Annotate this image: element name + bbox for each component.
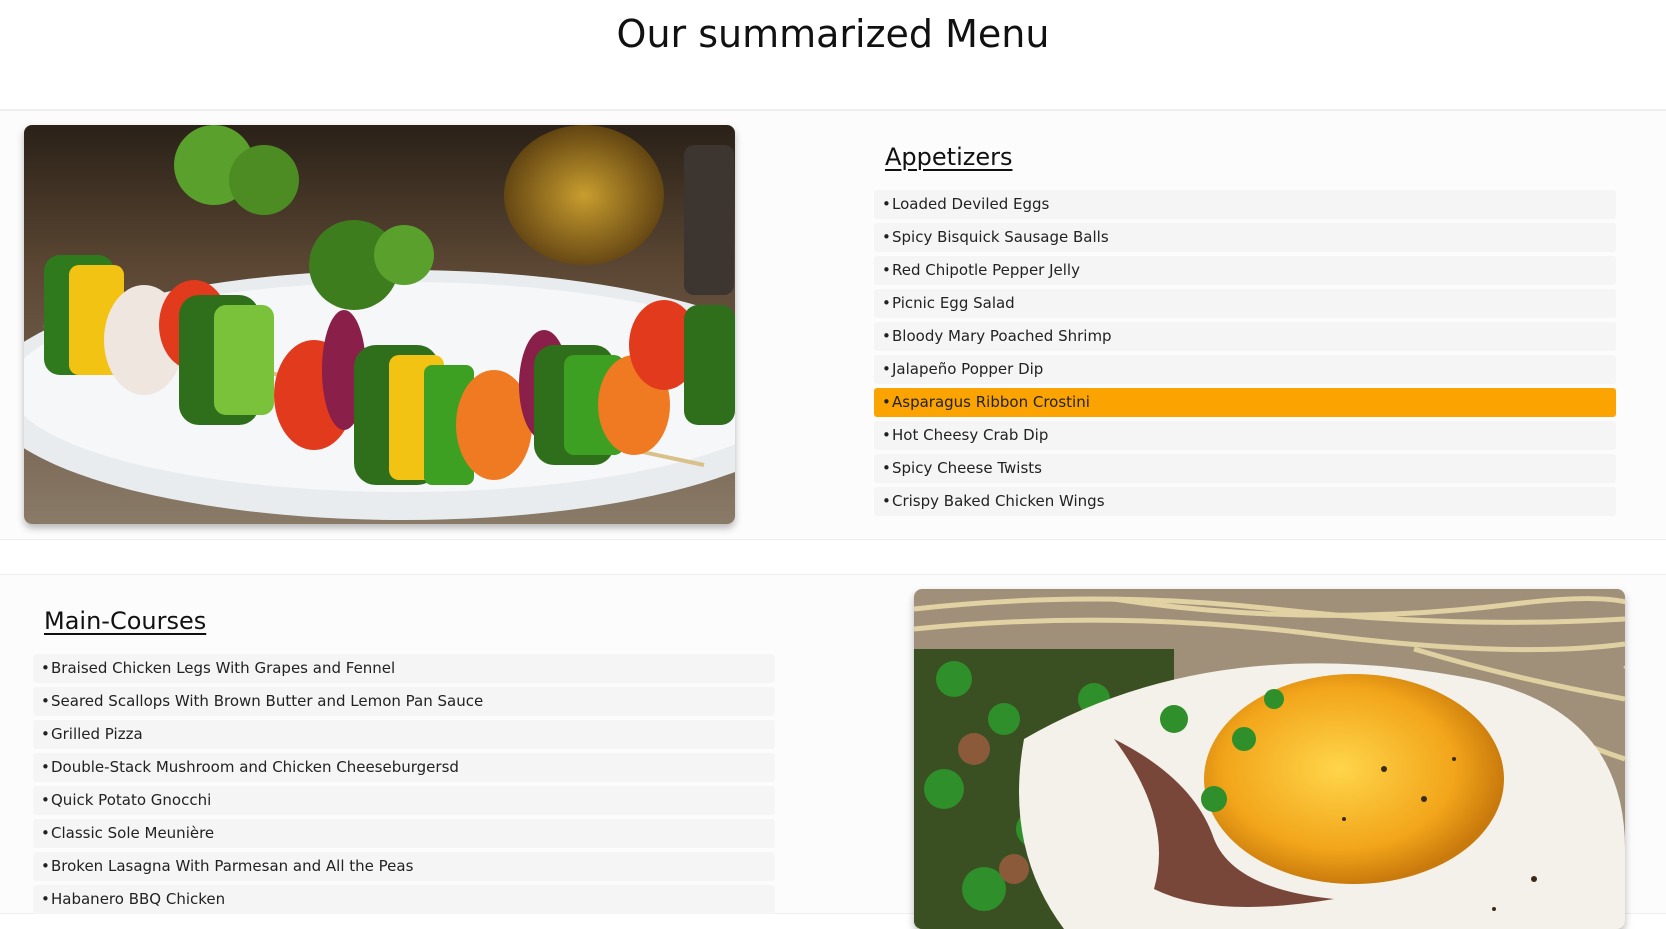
menu-item[interactable]: •Seared Scallops With Brown Butter and L…	[33, 687, 775, 716]
menu-item-label: Red Chipotle Pepper Jelly	[892, 261, 1080, 279]
menu-item[interactable]: •Jalapeño Popper Dip	[874, 355, 1616, 384]
menu-item[interactable]: •Loaded Deviled Eggs	[874, 190, 1616, 219]
menu-item[interactable]: •Classic Sole Meunière	[33, 819, 775, 848]
main-courses-section: Main-Courses •Braised Chicken Legs With …	[0, 574, 1666, 929]
appetizers-section: Appetizers •Loaded Deviled Eggs •Spicy B…	[0, 110, 1666, 540]
menu-item-label: Asparagus Ribbon Crostini	[892, 393, 1090, 411]
menu-item-highlighted[interactable]: •Asparagus Ribbon Crostini	[874, 388, 1616, 417]
fried-egg-noodles-photo	[914, 589, 1625, 929]
menu-item[interactable]: •Spicy Cheese Twists	[874, 454, 1616, 483]
menu-item-label: Quick Potato Gnocchi	[51, 791, 212, 809]
menu-item[interactable]: •Broken Lasagna With Parmesan and All th…	[33, 852, 775, 881]
menu-item-label: Spicy Cheese Twists	[892, 459, 1042, 477]
menu-item-label: Grilled Pizza	[51, 725, 143, 743]
menu-item-label: Seared Scallops With Brown Butter and Le…	[51, 692, 484, 710]
menu-item[interactable]: •Braised Chicken Legs With Grapes and Fe…	[33, 654, 775, 683]
menu-item[interactable]: •Hot Cheesy Crab Dip	[874, 421, 1616, 450]
menu-item-label: Crispy Baked Chicken Wings	[892, 492, 1105, 510]
menu-item-label: Habanero BBQ Chicken	[51, 890, 226, 908]
menu-item-label: Bloody Mary Poached Shrimp	[892, 327, 1112, 345]
menu-item[interactable]: •Spicy Bisquick Sausage Balls	[874, 223, 1616, 252]
fried-egg-noodles-illustration	[914, 589, 1625, 929]
appetizers-heading: Appetizers	[885, 143, 1013, 171]
main-courses-menu: Main-Courses •Braised Chicken Legs With …	[33, 605, 775, 918]
menu-item[interactable]: •Double-Stack Mushroom and Chicken Chees…	[33, 753, 775, 782]
menu-item[interactable]: •Habanero BBQ Chicken	[33, 885, 775, 914]
menu-item[interactable]: •Picnic Egg Salad	[874, 289, 1616, 318]
menu-item-label: Jalapeño Popper Dip	[892, 360, 1044, 378]
menu-item-label: Picnic Egg Salad	[892, 294, 1015, 312]
appetizers-menu: Appetizers •Loaded Deviled Eggs •Spicy B…	[874, 141, 1616, 520]
menu-item[interactable]: •Red Chipotle Pepper Jelly	[874, 256, 1616, 285]
menu-item-label: Double-Stack Mushroom and Chicken Cheese…	[51, 758, 459, 776]
menu-item[interactable]: •Bloody Mary Poached Shrimp	[874, 322, 1616, 351]
menu-item[interactable]: •Grilled Pizza	[33, 720, 775, 749]
menu-item-label: Classic Sole Meunière	[51, 824, 215, 842]
vegetable-skewers-photo	[24, 125, 735, 524]
appetizers-list: •Loaded Deviled Eggs •Spicy Bisquick Sau…	[874, 190, 1616, 516]
egg-yolk	[1204, 674, 1504, 884]
menu-item[interactable]: •Quick Potato Gnocchi	[33, 786, 775, 815]
page-title: Our summarized Menu	[0, 0, 1666, 110]
menu-item[interactable]: •Crispy Baked Chicken Wings	[874, 487, 1616, 516]
main-courses-list: •Braised Chicken Legs With Grapes and Fe…	[33, 654, 775, 914]
main-courses-heading: Main-Courses	[44, 607, 207, 635]
menu-item-label: Braised Chicken Legs With Grapes and Fen…	[51, 659, 396, 677]
vegetable-skewers-illustration	[24, 125, 735, 524]
menu-item-label: Broken Lasagna With Parmesan and All the…	[51, 857, 414, 875]
menu-item-label: Spicy Bisquick Sausage Balls	[892, 228, 1109, 246]
menu-item-label: Loaded Deviled Eggs	[892, 195, 1050, 213]
menu-item-label: Hot Cheesy Crab Dip	[892, 426, 1049, 444]
